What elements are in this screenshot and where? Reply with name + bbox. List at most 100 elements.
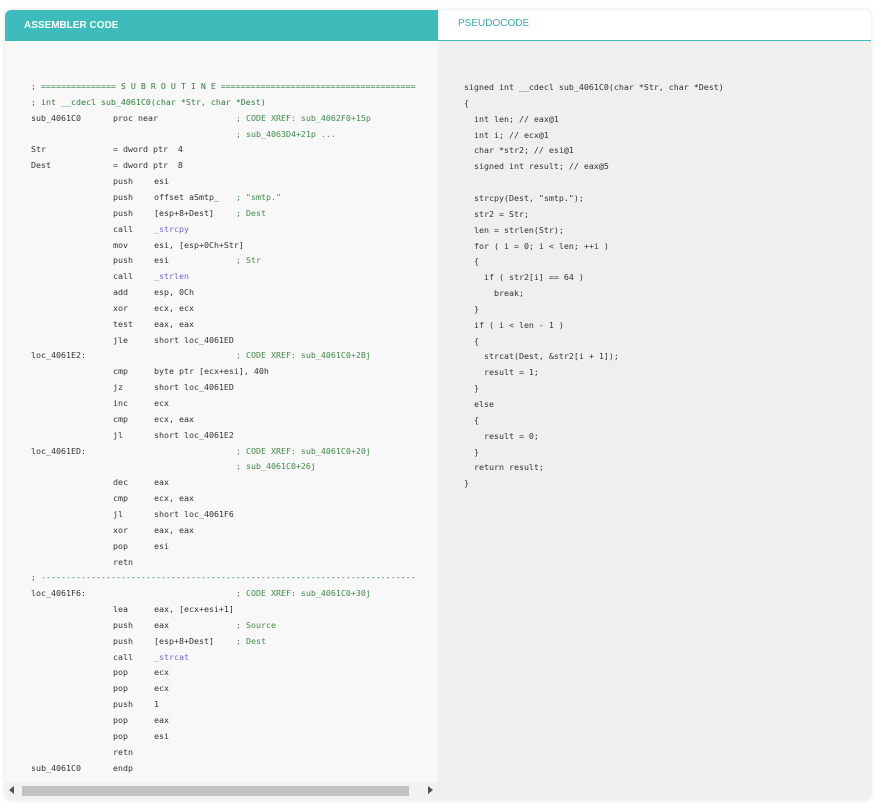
- asm-operand: ecx: [154, 667, 169, 678]
- asm-label: loc_4061E2:: [31, 350, 86, 361]
- asm-label: ; =============== S U B R O U T I N E ==…: [31, 81, 416, 91]
- asm-mnemonic: proc near: [113, 112, 158, 123]
- horizontal-scrollbar[interactable]: [5, 782, 438, 800]
- asm-label: Str: [31, 144, 46, 155]
- asm-comment: ; "smtp.": [236, 191, 281, 202]
- asm-operand: short loc_4061ED: [154, 382, 234, 393]
- asm-operand: short loc_4061ED: [154, 334, 234, 345]
- asm-label: loc_4061ED:: [31, 445, 86, 456]
- asm-mnemonic: call: [113, 271, 133, 282]
- asm-operand: esi: [154, 176, 169, 187]
- asm-operand: esp, 0Ch: [154, 287, 194, 298]
- asm-mnemonic: jz: [113, 382, 123, 393]
- asm-mnemonic: push: [113, 635, 133, 646]
- asm-mnemonic: test: [113, 318, 133, 329]
- asm-comment: ; Str: [236, 255, 261, 266]
- asm-operand: ecx, eax: [154, 413, 194, 424]
- asm-operand: short loc_4061E2: [154, 429, 234, 440]
- asm-operand: esi: [154, 730, 169, 741]
- asm-mnemonic: push: [113, 191, 133, 202]
- asm-operand: [esp+8+Dest]: [154, 635, 214, 646]
- tab-assembler-code[interactable]: ASSEMBLER CODE: [5, 10, 438, 41]
- asm-mnemonic: cmp: [113, 493, 128, 504]
- asm-operand: ecx: [154, 398, 169, 408]
- asm-mnemonic: jle: [113, 334, 128, 345]
- tab-pseudocode[interactable]: PSEUDOCODE: [438, 10, 871, 41]
- asm-mnemonic: pop: [113, 715, 128, 725]
- asm-mnemonic: jl: [113, 508, 123, 519]
- asm-mnemonic: cmp: [113, 413, 128, 424]
- pseudocode-line: {: [464, 97, 469, 108]
- asm-mnemonic: xor: [113, 524, 128, 535]
- asm-comment: ; Dest: [236, 635, 266, 646]
- asm-mnemonic: endp: [113, 762, 133, 773]
- asm-operand: eax: [154, 619, 169, 630]
- pseudocode-line: if ( str2[i] == 64 ): [464, 272, 584, 283]
- asm-comment: ; sub_4063D4+21p ...: [236, 128, 336, 139]
- pseudocode-line: }: [464, 303, 479, 314]
- asm-comment: ; sub_4061C0+26j: [236, 461, 316, 472]
- asm-comment: ; CODE XREF: sub_4061C0+30j: [236, 588, 371, 599]
- asm-mnemonic: retn: [113, 746, 133, 757]
- asm-operand: eax: [154, 715, 169, 725]
- pseudocode-line: int i; // ecx@1: [464, 129, 549, 140]
- asm-operand: 1: [154, 699, 159, 710]
- asm-label: sub_4061C0: [31, 762, 81, 773]
- asm-mnemonic: pop: [113, 730, 128, 741]
- asm-operand: ecx, eax: [154, 493, 194, 504]
- asm-mnemonic: = dword ptr 8: [113, 160, 183, 171]
- pseudocode-line: }: [464, 383, 479, 394]
- pseudocode-line: signed int __cdecl sub_4061C0(char *Str,…: [464, 82, 724, 92]
- pseudocode-line: if ( i < len - 1 ): [464, 319, 564, 330]
- asm-operand: _strcpy: [154, 223, 189, 234]
- asm-mnemonic: call: [113, 651, 133, 662]
- asm-mnemonic: call: [113, 223, 133, 234]
- asm-mnemonic: push: [113, 699, 133, 710]
- asm-operand: eax, [ecx+esi+1]: [154, 604, 234, 615]
- asm-label: Dest: [31, 160, 51, 171]
- scroll-left-arrow-icon[interactable]: [9, 786, 14, 794]
- pseudocode-pane: signed int __cdecl sub_4061C0(char *Str,…: [438, 41, 871, 800]
- asm-mnemonic: add: [113, 287, 128, 298]
- asm-operand: esi, [esp+0Ch+Str]: [154, 239, 244, 250]
- pseudocode-line: }: [464, 446, 479, 457]
- asm-operand: esi: [154, 540, 169, 551]
- asm-mnemonic: cmp: [113, 366, 128, 377]
- asm-mnemonic: jl: [113, 429, 123, 440]
- asm-operand: esi: [154, 255, 169, 266]
- asm-operand: byte ptr [ecx+esi], 40h: [154, 366, 269, 377]
- asm-mnemonic: = dword ptr 4: [113, 144, 183, 155]
- pseudocode-line: {: [464, 335, 479, 346]
- asm-comment: ; CODE XREF: sub_4061C0+20j: [236, 445, 371, 456]
- pseudocode-line: result = 1;: [464, 367, 539, 378]
- pseudocode-line: char *str2; // esi@1: [464, 145, 574, 156]
- pseudocode-line: else: [464, 399, 494, 409]
- pseudocode-line: {: [464, 414, 479, 425]
- asm-mnemonic: pop: [113, 540, 128, 551]
- asm-mnemonic: pop: [113, 667, 128, 678]
- assembler-code-pane: ; =============== S U B R O U T I N E ==…: [5, 41, 438, 800]
- asm-comment: ; Source: [236, 619, 276, 630]
- pseudocode-line: strcat(Dest, &str2[i + 1]);: [464, 351, 619, 362]
- asm-mnemonic: xor: [113, 302, 128, 313]
- asm-label: ; --------------------------------------…: [31, 572, 416, 583]
- asm-operand: eax: [154, 477, 169, 488]
- asm-mnemonic: pop: [113, 683, 128, 694]
- asm-mnemonic: push: [113, 619, 133, 630]
- asm-mnemonic: push: [113, 176, 133, 187]
- asm-operand: [esp+8+Dest]: [154, 207, 214, 218]
- asm-operand: eax, eax: [154, 318, 194, 329]
- scrollbar-thumb[interactable]: [22, 786, 409, 796]
- scroll-right-arrow-icon[interactable]: [428, 786, 433, 794]
- asm-comment: ; CODE XREF: sub_4062F0+15p: [236, 112, 371, 123]
- pseudocode-line: strcpy(Dest, "smtp.");: [464, 192, 584, 203]
- pseudocode-line: signed int result; // eax@5: [464, 161, 609, 172]
- asm-label: sub_4061C0: [31, 112, 81, 123]
- asm-mnemonic: push: [113, 207, 133, 218]
- asm-mnemonic: dec: [113, 477, 128, 488]
- asm-operand: _strlen: [154, 271, 189, 282]
- pseudocode-line: result = 0;: [464, 430, 539, 441]
- asm-mnemonic: push: [113, 255, 133, 266]
- asm-mnemonic: lea: [113, 604, 128, 615]
- asm-operand: offset aSmtp_: [154, 191, 219, 202]
